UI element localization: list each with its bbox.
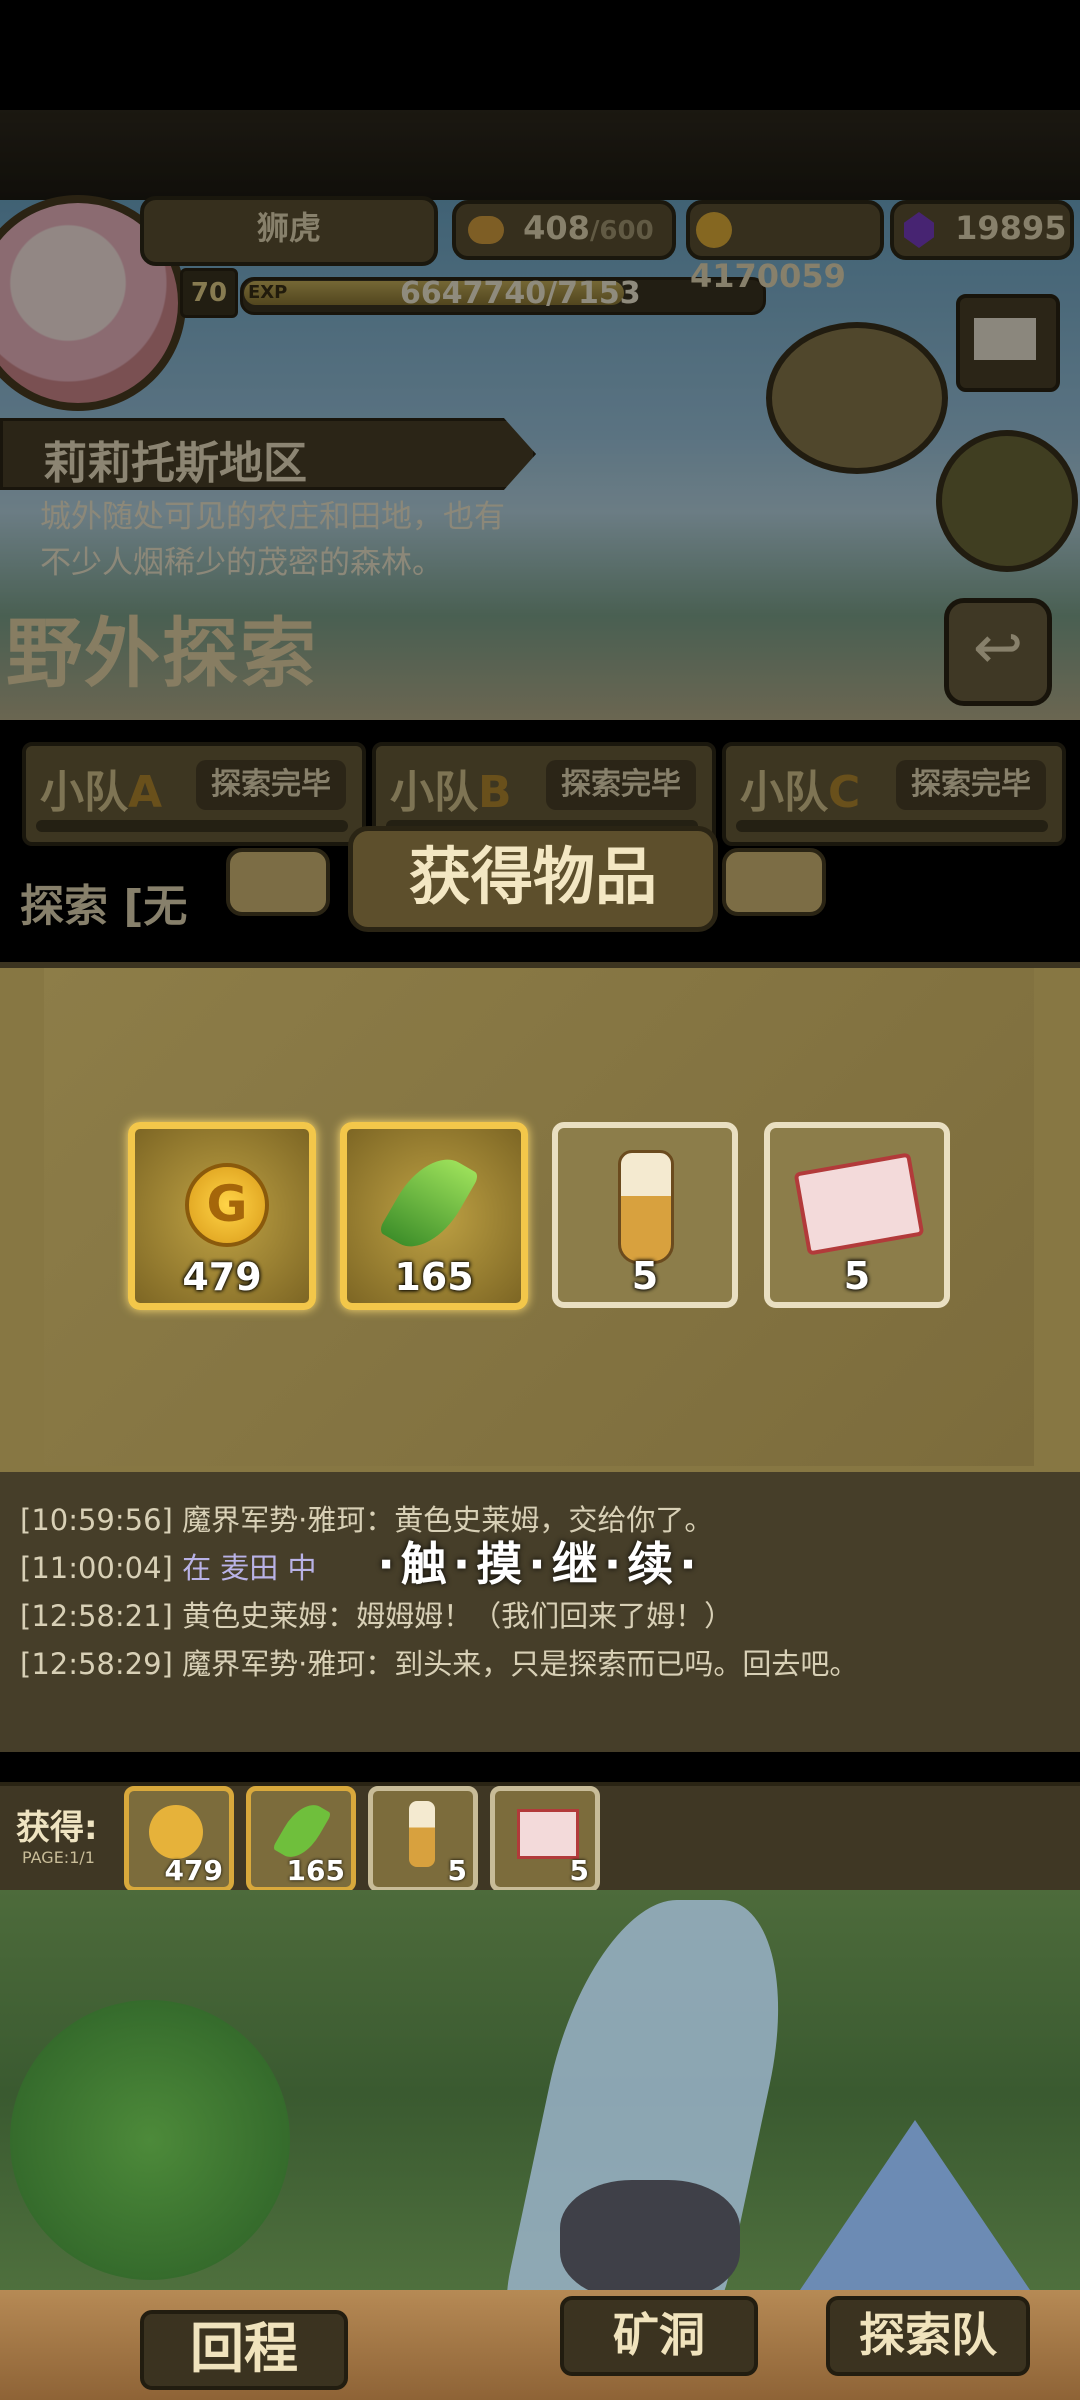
gold-coin-icon: G xyxy=(185,1163,269,1247)
reward-count: 5 xyxy=(843,1254,871,1298)
modal-title: 获得物品 xyxy=(348,826,718,932)
reward-item-gold[interactable]: G 479 xyxy=(128,1122,316,1310)
reward-item-scroll[interactable]: 5 xyxy=(764,1122,950,1308)
mine-button[interactable]: 矿洞 xyxy=(560,2296,758,2376)
green-feather-icon xyxy=(378,1144,480,1262)
reward-item-potion[interactable]: 5 xyxy=(552,1122,738,1308)
obtained-page: PAGE:1/1 xyxy=(22,1848,95,1867)
obtained-count: 5 xyxy=(447,1854,467,1887)
log-lines: [10:59:56] 魔界军势·雅珂：黄色史莱姆，交给你了。 [11:00:04… xyxy=(20,1496,1060,1688)
return-button[interactable]: 回程 xyxy=(140,2310,348,2390)
modal-title-ear-right xyxy=(722,848,826,916)
log-line: [12:58:29] 魔界军势·雅珂：到头来，只是探索而已吗。回去吧。 xyxy=(20,1647,859,1681)
gold-coin-icon xyxy=(149,1805,203,1859)
log-line: [12:58:21] 黄色史莱姆：姆姆姆！（我们回来了姆！） xyxy=(20,1599,734,1633)
touch-to-continue[interactable]: ·触·摸·继·续· xyxy=(300,1528,780,1591)
obtained-item-potion[interactable]: 5 xyxy=(368,1786,478,1892)
exploration-team-button[interactable]: 探索队 xyxy=(826,2296,1030,2376)
reward-count: 165 xyxy=(394,1255,474,1299)
obtained-item-gold[interactable]: 479 xyxy=(124,1786,234,1892)
obtained-count: 479 xyxy=(164,1854,223,1887)
reward-count: 479 xyxy=(182,1255,262,1299)
status-bar xyxy=(0,0,1080,110)
modal-title-ear-left xyxy=(226,848,330,916)
obtained-item-feather[interactable]: 165 xyxy=(246,1786,356,1892)
tree-icon xyxy=(10,2000,290,2280)
scroll-icon xyxy=(793,1152,925,1256)
mine-rocks-icon xyxy=(560,2180,740,2300)
obtained-count: 165 xyxy=(286,1854,345,1887)
reward-item-feather[interactable]: 165 xyxy=(340,1122,528,1310)
reward-count: 5 xyxy=(631,1254,659,1298)
obtained-label: 获得: xyxy=(16,1808,98,1848)
scroll-icon xyxy=(517,1809,579,1859)
obtained-item-scroll[interactable]: 5 xyxy=(490,1786,600,1892)
potion-bottle-icon xyxy=(409,1801,435,1867)
potion-bottle-icon xyxy=(618,1150,674,1264)
obtained-count: 5 xyxy=(569,1854,589,1887)
